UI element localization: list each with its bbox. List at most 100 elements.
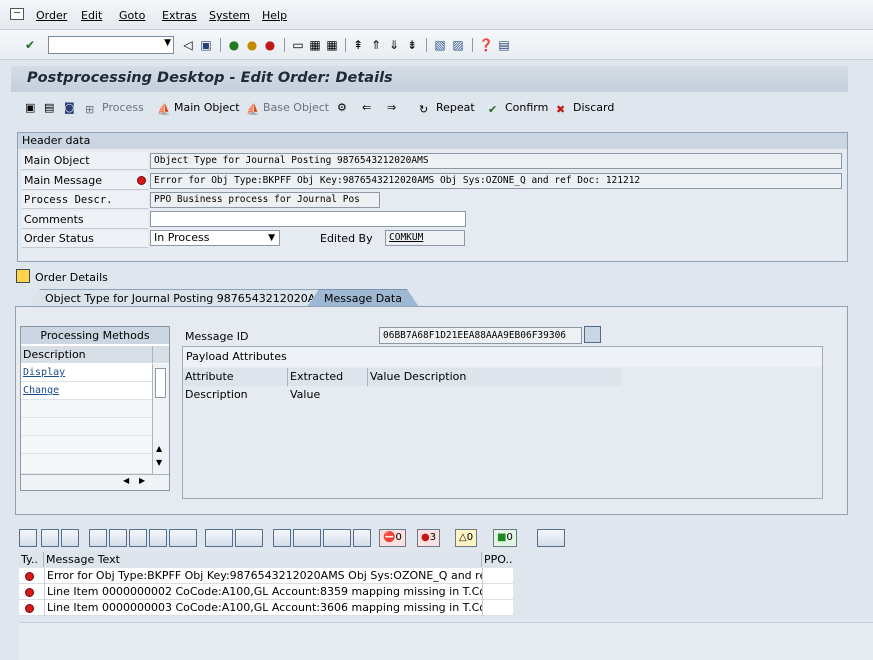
error-count-badge[interactable]: ●3 <box>417 529 441 547</box>
search-help-icon[interactable] <box>584 326 601 343</box>
edited-by-field[interactable]: COMKUM <box>385 230 465 246</box>
success-count-badge[interactable]: ■0 <box>493 529 517 547</box>
menu-order[interactable]: Order <box>36 9 67 22</box>
column-settings[interactable] <box>152 346 169 363</box>
help-icon[interactable]: ❓ <box>478 37 494 53</box>
chevron-down-icon[interactable]: ▼ <box>164 38 171 48</box>
process-descr-field[interactable]: PPO Business process for Journal Pos <box>150 192 380 208</box>
repeat-button[interactable]: ↻ Repeat <box>419 101 475 116</box>
previous-icon[interactable]: ⇐ <box>362 101 371 114</box>
main-object-field[interactable]: Object Type for Journal Posting 98765432… <box>150 153 842 169</box>
new-session-icon[interactable]: ▧ <box>432 37 448 53</box>
scroll-thumb[interactable] <box>155 368 166 398</box>
attribute-description-header[interactable]: Attribute Description <box>183 368 288 401</box>
command-field[interactable]: ▼ <box>48 36 174 54</box>
save-icon[interactable]: ▣ <box>198 37 214 53</box>
find-icon[interactable]: ▦ <box>307 37 323 53</box>
menu-system[interactable]: System <box>209 9 250 22</box>
ppo-column-header[interactable]: PPO.. <box>482 552 513 567</box>
exit-icon[interactable]: ● <box>244 37 260 53</box>
views-icon[interactable] <box>323 529 351 547</box>
find-icon[interactable] <box>129 529 147 547</box>
shortcut-icon[interactable]: ▨ <box>450 37 466 53</box>
subtotal-icon[interactable] <box>235 529 263 547</box>
order-status-select[interactable]: In Process ▼ <box>150 230 280 246</box>
previous-page-icon[interactable]: ⇑ <box>368 37 384 53</box>
order-status-label: Order Status <box>22 230 148 248</box>
next-page-icon[interactable]: ⇓ <box>386 37 402 53</box>
find-next-icon[interactable]: ▦ <box>324 37 340 53</box>
extracted-value-header[interactable]: Extracted Value <box>288 368 368 401</box>
stop-count-badge[interactable]: ⛔0 <box>379 529 406 547</box>
message-log-empty-area <box>19 622 873 660</box>
menu-goto[interactable]: Goto <box>119 9 145 22</box>
type-column-header[interactable]: Ty.. <box>19 552 44 567</box>
table-row[interactable]: Line Item 0000000002 CoCode:A100,GL Acco… <box>19 584 513 600</box>
menu-extras[interactable]: Extras <box>162 9 197 22</box>
next-icon[interactable]: ⇒ <box>387 101 396 114</box>
base-object-button[interactable]: ⛵ Base Object <box>246 101 329 116</box>
order-details-icon[interactable] <box>16 269 30 283</box>
method-display-link[interactable]: Display <box>21 364 152 382</box>
sort-ascending-icon[interactable] <box>89 529 107 547</box>
last-page-icon[interactable]: ⇟ <box>404 37 420 53</box>
ppo-cell[interactable] <box>482 568 513 584</box>
display-icon[interactable]: ▤ <box>44 101 54 114</box>
sort-descending-icon[interactable] <box>109 529 127 547</box>
refresh-icon[interactable]: ◙ <box>64 101 75 114</box>
menu-help[interactable]: Help <box>262 9 287 22</box>
settings-icon[interactable]: ⚙ <box>337 101 347 114</box>
layout-menu-icon[interactable]: ▤ <box>496 37 512 53</box>
filter-icon[interactable] <box>169 529 197 547</box>
payload-attributes-title: Payload Attributes <box>183 347 822 367</box>
process-descr-label: Process Descr. <box>22 191 148 209</box>
message-text-column-header[interactable]: Message Text <box>44 552 482 567</box>
table-row[interactable]: Error for Obj Type:BKPFF Obj Key:9876543… <box>19 568 513 584</box>
find-next-icon[interactable] <box>149 529 167 547</box>
chevron-down-icon[interactable]: ▼ <box>268 231 275 245</box>
system-menu-icon[interactable] <box>10 8 24 20</box>
application-toolbar: ▣ ▤ ◙ ⊞ Process ⛵ Main Object ⛵ Base Object… <box>11 96 873 122</box>
method-change-link[interactable]: Change <box>21 382 152 400</box>
comments-field[interactable] <box>150 211 466 227</box>
message-log-toolbar: ⛔0 ●3 △0 ■0 <box>19 527 619 549</box>
main-object-button[interactable]: ⛵ Main Object <box>157 101 240 116</box>
value-description-header[interactable]: Value Description <box>368 368 622 386</box>
table-row[interactable]: Line Item 0000000003 CoCode:A100,GL Acco… <box>19 600 513 616</box>
menu-edit[interactable]: Edit <box>81 9 102 22</box>
technical-info-icon[interactable] <box>537 529 565 547</box>
scroll-right-icon[interactable]: ▶ <box>139 476 145 485</box>
discard-button[interactable]: ✖ Discard <box>556 101 614 116</box>
total-icon[interactable] <box>205 529 233 547</box>
display-change-icon[interactable]: ▣ <box>25 101 35 114</box>
confirm-button[interactable]: ✔ Confirm <box>488 101 548 116</box>
description-column-header[interactable]: Description <box>21 346 152 363</box>
edited-by-label: Edited By <box>320 232 373 245</box>
ppo-cell[interactable] <box>482 584 513 600</box>
zoom-out-icon[interactable] <box>61 529 79 547</box>
tab-object-type[interactable]: Object Type for Journal Posting 98765432… <box>26 289 343 307</box>
enter-check-icon[interactable]: ✔ <box>22 37 38 53</box>
scroll-up-icon[interactable]: ▲ <box>156 444 162 453</box>
ppo-cell[interactable] <box>482 600 513 616</box>
print-preview-icon[interactable] <box>273 529 291 547</box>
main-message-field[interactable]: Error for Obj Type:BKPFF Obj Key:9876543… <box>150 173 842 189</box>
vertical-scrollbar[interactable]: ▲ ▼ <box>152 364 169 474</box>
back-arrow-icon[interactable]: ◁ <box>180 37 196 53</box>
details-icon[interactable] <box>19 529 37 547</box>
export-icon[interactable] <box>293 529 321 547</box>
comments-label: Comments <box>22 211 148 229</box>
back-icon[interactable]: ● <box>226 37 242 53</box>
print-icon[interactable]: ▭ <box>290 37 306 53</box>
layout-icon[interactable] <box>353 529 371 547</box>
zoom-in-icon[interactable] <box>41 529 59 547</box>
first-page-icon[interactable]: ⇞ <box>350 37 366 53</box>
warning-count-badge[interactable]: △0 <box>455 529 478 547</box>
message-id-field[interactable]: 06BB7A68F1D21EEA88AAA9EB06F39306 <box>379 327 582 344</box>
scroll-down-icon[interactable]: ▼ <box>156 458 162 467</box>
horizontal-scrollbar[interactable]: ◀ ▶ <box>21 474 169 490</box>
cancel-icon[interactable]: ● <box>262 37 278 53</box>
process-button[interactable]: ⊞ Process <box>85 101 144 116</box>
scroll-left-icon[interactable]: ◀ <box>123 476 129 485</box>
tab-message-data[interactable]: Message Data <box>307 289 419 307</box>
